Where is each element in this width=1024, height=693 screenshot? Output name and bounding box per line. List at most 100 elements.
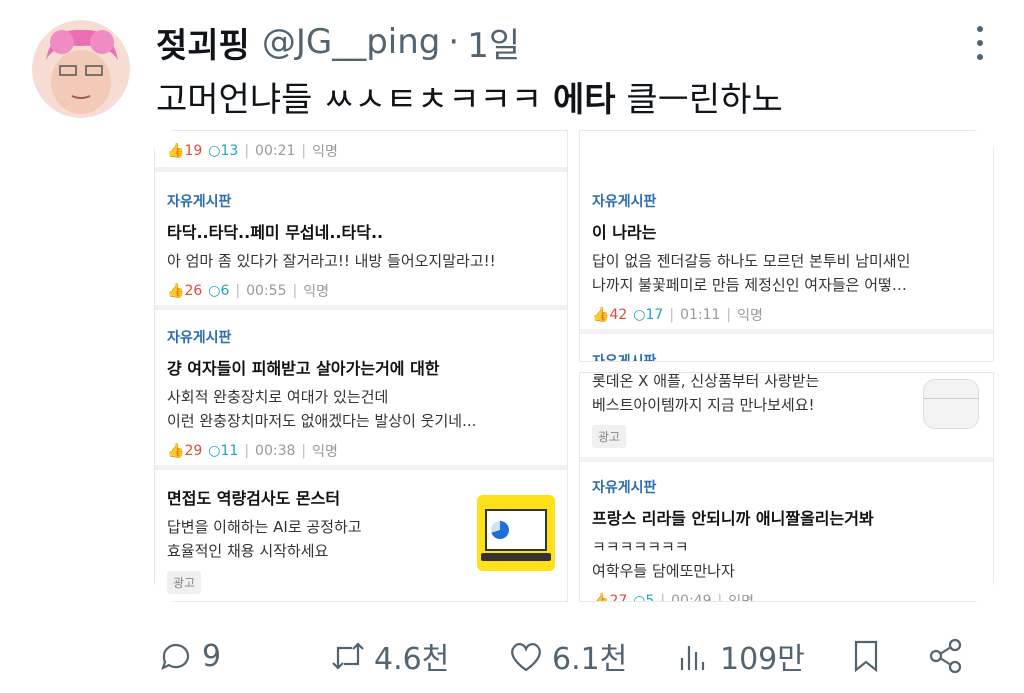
post-title: 프랑스 리라들 안되니까 애니짤올리는거봐 [592, 509, 874, 528]
user-handle[interactable]: @JG__ping [262, 22, 441, 62]
retweet-button[interactable]: 4.6천 [328, 630, 449, 682]
post-meta: 👍42 ○17 | 01:11 | 익명 [592, 305, 988, 325]
list-item[interactable]: 자유게시판 타닥..타닥..페미 무섭네..타닥.. 아 엄마 좀 있다가 잘거… [167, 191, 563, 301]
post-body-line: 이런 완충장치마저도 없애겠다는 발상이 웃기네... [167, 412, 477, 430]
post-time: 00:38 [255, 443, 296, 459]
post-title: 타닥..타닥..페미 무섭네..타닥.. [167, 223, 384, 242]
comment-count: ○17 [633, 307, 663, 323]
meta-divider: | [726, 307, 732, 323]
comment-bubble-icon: ○ [633, 593, 646, 602]
post-title: 걍 여자들이 피해받고 살아가는거에 대한 [167, 359, 440, 378]
comment-bubble-icon: ○ [208, 443, 221, 459]
comment-value: 6 [220, 283, 230, 299]
avatar[interactable] [32, 20, 130, 118]
separator-dot: · [448, 22, 460, 62]
post-author: 익명 [737, 308, 763, 324]
like-value: 26 [184, 283, 203, 299]
media-image-right-top[interactable]: 자유게시판 이 나라는 답이 없음 젠더갈등 하나도 모르던 본투비 남미새인 … [579, 130, 994, 362]
post-author: 익명 [312, 144, 338, 160]
comment-value: 11 [220, 443, 239, 459]
comment-bubble-icon: ○ [208, 143, 221, 159]
post-meta: 👍26 ○6 | 00:55 | 익명 [167, 281, 563, 301]
comment-count: ○11 [208, 443, 238, 459]
retweet-count: 4.6천 [374, 642, 450, 677]
comment-bubble-icon: ○ [633, 307, 646, 323]
post-time: 00:49 [671, 593, 712, 602]
thumb-up-icon: 👍 [167, 443, 185, 459]
tweet-action-bar: 9 4.6천 6.1천 109만 [156, 630, 976, 682]
display-name[interactable]: 젖괴핑 [156, 18, 250, 67]
like-value: 19 [184, 143, 203, 159]
meta-divider: | [717, 593, 723, 602]
timestamp[interactable]: 1일 [467, 18, 520, 67]
ad-badge: 광고 [592, 425, 627, 448]
board-name-cut: 자유게시판 [592, 354, 657, 362]
media-image-right-bottom[interactable]: 롯데온 X 애플, 신상품부터 사랑받는 베스트아이템까지 지금 만나보세요! … [579, 372, 994, 602]
thumb-up-icon: 👍 [592, 593, 610, 602]
comment-value: 5 [645, 593, 655, 602]
list-item[interactable]: 자유게시판 이 나라는 답이 없음 젠더갈등 하나도 모르던 본투비 남미새인 … [592, 191, 988, 325]
more-icon[interactable] [974, 26, 986, 60]
divider [155, 167, 567, 172]
like-count: 👍42 [592, 307, 627, 323]
like-value: 42 [609, 307, 628, 323]
like-value: 27 [609, 593, 628, 602]
thumb-up-icon: 👍 [592, 307, 610, 323]
share-button[interactable] [926, 630, 966, 682]
board-name: 자유게시판 [167, 330, 232, 346]
board-name: 자유게시판 [592, 480, 657, 496]
ad-badge: 광고 [167, 571, 202, 594]
like-count: 6.1천 [552, 642, 628, 677]
meta-divider: | [244, 443, 250, 459]
reply-icon [161, 643, 190, 671]
comment-count: ○13 [208, 143, 238, 159]
divider [155, 305, 567, 310]
board-name: 자유게시판 [592, 194, 657, 210]
like-button[interactable]: 6.1천 [506, 630, 627, 682]
ad-thumbnail [923, 379, 979, 429]
like-value: 29 [184, 443, 203, 459]
meta-divider: | [669, 307, 675, 323]
reply-count: 9 [202, 638, 222, 674]
like-icon [511, 643, 541, 672]
post-body-line: 여학우들 담에또만나자 [592, 562, 735, 580]
meta-divider: | [292, 283, 298, 299]
post-author: 익명 [303, 284, 329, 300]
tweet-media[interactable]: 👍19 ○13 | 00:21 | 익명 자유게시판 타닥..타닥..페미 무섭… [154, 130, 994, 602]
post-meta: 👍19 ○13 | 00:21 | 익명 [167, 141, 563, 161]
like-count: 👍27 [592, 593, 628, 602]
like-count: 👍26 [167, 283, 202, 299]
tweet-text-bold: 에타 [552, 80, 616, 120]
tweet-text-part: 클ㅡ린하노 [615, 80, 783, 120]
meta-divider: | [235, 283, 241, 299]
list-item[interactable]: 자유게시판 프랑스 리라들 안되니까 애니짤올리는거봐 ㅋㅋㅋㅋㅋㅋㅋ 여학우들… [592, 477, 988, 602]
post-time: 00:55 [246, 283, 287, 299]
meta-divider: | [301, 443, 307, 459]
bookmark-button[interactable] [846, 630, 886, 682]
board-name: 자유게시판 [167, 194, 232, 210]
comment-count: ○6 [208, 283, 229, 299]
post-author: 익명 [312, 444, 338, 460]
views-button[interactable]: 109만 [674, 630, 805, 682]
list-item[interactable]: 자유게시판 걍 여자들이 피해받고 살아가는거에 대한 사회적 완충장치로 여대… [167, 327, 563, 461]
comment-count: ○5 [633, 593, 655, 602]
post-body-line: 아 엄마 좀 있다가 잘거라고!! 내방 들어오지말라고!! [167, 252, 496, 270]
post-meta: 👍27 ○5 | 00:49 | 익명 [592, 591, 988, 602]
meta-divider: | [301, 143, 307, 159]
post-time: 00:21 [255, 143, 296, 159]
like-count: 👍29 [167, 443, 202, 459]
comment-value: 17 [645, 307, 664, 323]
media-image-left[interactable]: 👍19 ○13 | 00:21 | 익명 자유게시판 타닥..타닥..페미 무섭… [154, 130, 568, 602]
thumb-up-icon: 👍 [167, 143, 185, 159]
comment-bubble-icon: ○ [208, 283, 221, 299]
share-icon [929, 638, 962, 674]
tweet-header: 젖괴핑 @JG__ping · 1일 [156, 18, 520, 67]
comment-value: 13 [220, 143, 239, 159]
tweet-text: 고머언냐들 ㅆㅅㅌㅊㅋㅋㅋ 에타 클ㅡ린하노 [156, 72, 783, 121]
ad-thumbnail [477, 495, 555, 571]
like-count: 👍19 [167, 143, 202, 159]
reply-button[interactable]: 9 [156, 630, 221, 682]
post-body-line: 나까지 불꽃페미로 만듬 제정신인 여자들은 어떻… [592, 276, 907, 294]
post-title: 이 나라는 [592, 223, 657, 242]
divider [580, 329, 993, 334]
